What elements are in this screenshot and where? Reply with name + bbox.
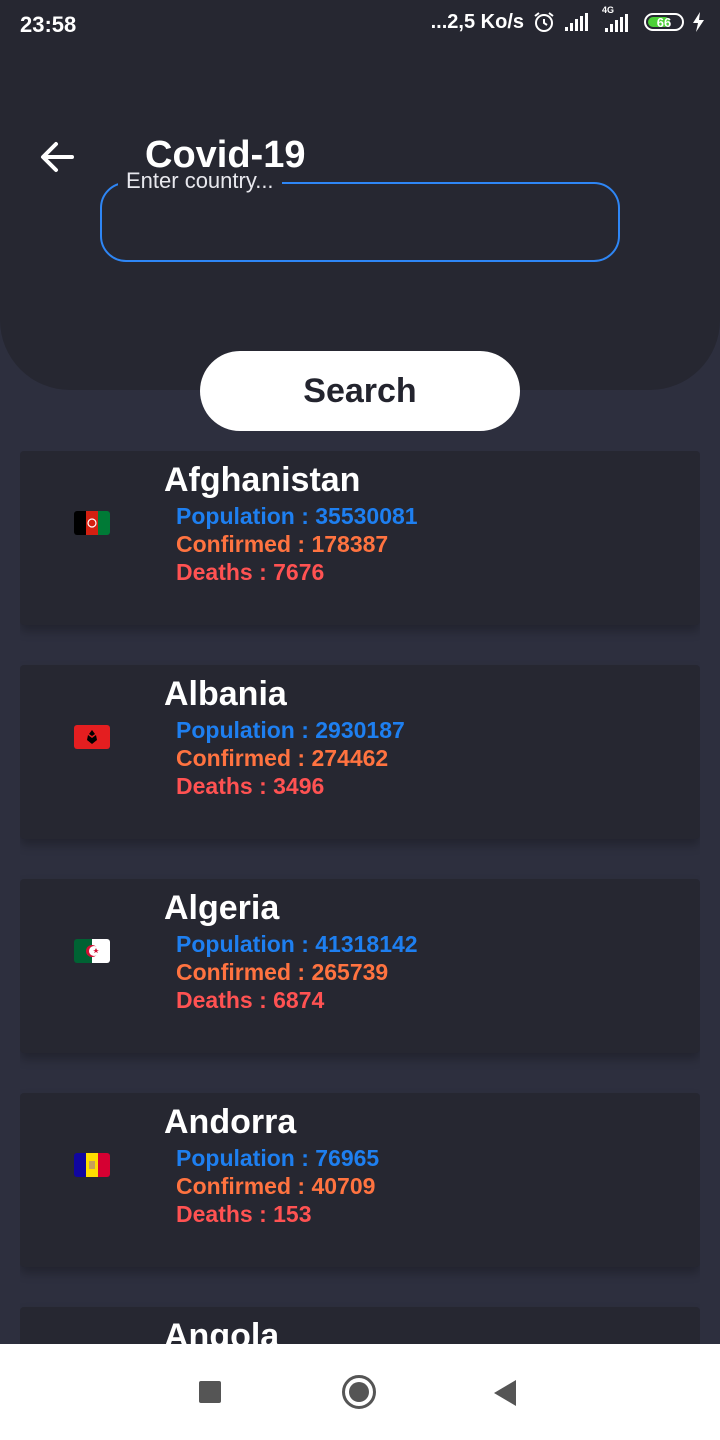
albania-flag-icon (74, 725, 110, 749)
status-icons: ...2,5 Ko/s 4G 66 (430, 5, 706, 34)
deaths-stat: Deaths : 6874 (176, 987, 325, 1013)
country-name: Algeria (164, 889, 280, 927)
battery-icon: 66 (644, 13, 684, 31)
alarm-icon (534, 12, 554, 32)
triangle-back-icon[interactable] (494, 1380, 516, 1406)
arrow-left-icon (41, 142, 74, 172)
system-nav-bar (0, 1344, 720, 1440)
deaths-stat: Deaths : 7676 (176, 559, 325, 585)
signal-icon (565, 13, 588, 31)
network-speed: ...2,5 Ko/s (430, 10, 524, 33)
country-name: Andorra (164, 1103, 297, 1141)
population-stat: Population : 35530081 (176, 503, 418, 529)
charging-icon (693, 12, 704, 32)
country-list: Afghanistan Population : 35530081 Confir… (20, 451, 700, 1344)
andorra-flag-icon (74, 1153, 110, 1177)
square-icon[interactable] (199, 1381, 221, 1403)
country-name: Afghanistan (164, 461, 361, 499)
confirmed-stat: Confirmed : 274462 (176, 745, 389, 771)
population-stat: Population : 76965 (176, 1145, 380, 1171)
back-button[interactable] (36, 136, 78, 178)
country-name: Albania (164, 675, 287, 713)
country-search-field[interactable] (100, 182, 620, 262)
country-card[interactable]: Afghanistan Population : 35530081 Confir… (20, 451, 700, 625)
country-card[interactable]: Albania Population : 2930187 Confirmed :… (20, 665, 700, 839)
status-time: 23:58 (20, 12, 77, 37)
population-stat: Population : 2930187 (176, 717, 405, 743)
confirmed-stat: Confirmed : 265739 (176, 959, 389, 985)
country-name: Angola (164, 1317, 280, 1344)
signal-4g-icon: 4G (600, 5, 636, 33)
search-button[interactable]: Search (200, 351, 520, 431)
circle-icon[interactable] (342, 1375, 376, 1409)
deaths-stat: Deaths : 3496 (176, 773, 325, 799)
country-card[interactable]: Algeria Population : 41318142 Confirmed … (20, 879, 700, 1053)
deaths-stat: Deaths : 153 (176, 1201, 312, 1227)
status-bar: 23:58 ...2,5 Ko/s 4G 66 (0, 0, 720, 50)
confirmed-stat: Confirmed : 40709 (176, 1173, 376, 1199)
country-card[interactable]: Andorra Population : 76965 Confirmed : 4… (20, 1093, 700, 1267)
country-card[interactable]: Angola (20, 1307, 700, 1344)
country-search-input[interactable] (124, 202, 598, 244)
algeria-flag-icon (74, 939, 110, 963)
afghanistan-flag-icon (74, 511, 110, 535)
confirmed-stat: Confirmed : 178387 (176, 531, 389, 557)
battery-level: 66 (656, 14, 672, 30)
population-stat: Population : 41318142 (176, 931, 418, 957)
search-field-label: Enter country... (118, 168, 282, 194)
